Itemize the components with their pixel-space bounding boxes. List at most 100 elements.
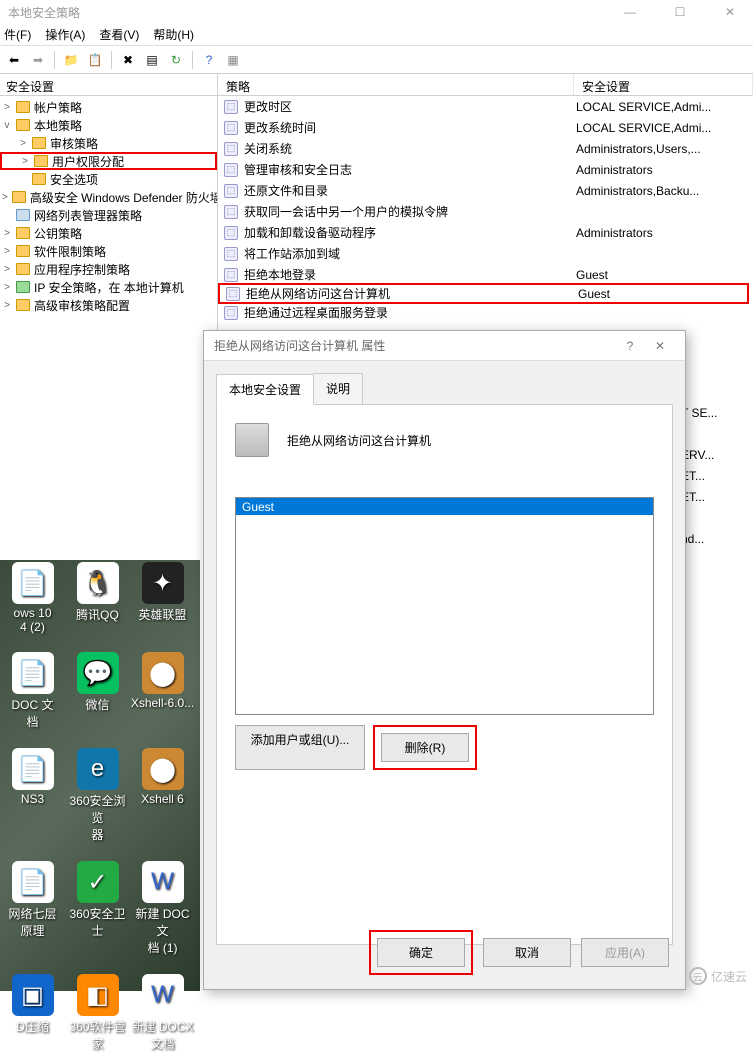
desktop-icon[interactable]: ▣D压缩 xyxy=(0,974,65,1052)
desktop-icon[interactable]: 📄NS3 xyxy=(0,748,65,843)
desktop-icon[interactable]: 💬微信 xyxy=(65,652,130,730)
tree-toggle-icon[interactable]: v xyxy=(2,120,12,131)
folder-icon xyxy=(16,227,30,239)
policy-row[interactable]: ⬚加载和卸载设备驱动程序Administrators xyxy=(218,222,753,243)
tree-node[interactable]: 网络列表管理器策略 xyxy=(0,206,217,224)
extra-icon[interactable]: ▦ xyxy=(223,50,243,70)
desktop-icon[interactable]: ✦英雄联盟 xyxy=(130,562,195,634)
tree-node[interactable]: > 公钥策略 xyxy=(0,224,217,242)
policy-row[interactable]: ⬚更改系统时间LOCAL SERVICE,Admi... xyxy=(218,117,753,138)
policy-icon: ⬚ xyxy=(224,142,238,156)
folder-icon xyxy=(16,299,30,311)
policy-value: Guest xyxy=(574,268,753,282)
policy-row[interactable]: ⬚将工作站添加到域 xyxy=(218,243,753,264)
tree-node[interactable]: >帐户策略 xyxy=(0,98,217,116)
tree-toggle-icon[interactable]: > xyxy=(2,300,12,311)
ok-button[interactable]: 确定 xyxy=(377,938,465,967)
tree-header[interactable]: 安全设置 xyxy=(0,74,217,96)
desktop-icon-label: 360软件管家 xyxy=(65,1018,130,1052)
dialog-titlebar[interactable]: 拒绝从网络访问这台计算机 属性 ? ✕ xyxy=(204,331,685,361)
desktop-icon[interactable]: ⬤Xshell-6.0... xyxy=(130,652,195,730)
tree-toggle-icon[interactable]: > xyxy=(2,192,8,203)
folder-up-icon[interactable]: 📁 xyxy=(61,50,81,70)
remove-button[interactable]: 删除(R) xyxy=(381,733,469,762)
desktop-icon-label: D压缩 xyxy=(16,1018,49,1035)
tree-node[interactable]: 安全选项 xyxy=(0,170,217,188)
policy-row[interactable]: ⬚拒绝从网络访问这台计算机Guest xyxy=(218,283,749,304)
tree-node[interactable]: >高级安全 Windows Defender 防火墙 xyxy=(0,188,217,206)
policy-value: Administrators xyxy=(574,163,753,177)
desktop-icon[interactable]: W新建 DOCX 文档 xyxy=(130,974,195,1052)
tree-node[interactable]: >应用程序控制策略 xyxy=(0,260,217,278)
tab-explain[interactable]: 说明 xyxy=(313,373,363,404)
menu-file[interactable]: 件(F) xyxy=(4,26,31,43)
dialog-help-button[interactable]: ? xyxy=(615,339,645,353)
desktop-icon[interactable]: W新建 DOC 文 档 (1) xyxy=(130,861,195,956)
forward-icon[interactable]: ➡ xyxy=(28,50,48,70)
col-setting[interactable]: 安全设置 xyxy=(574,74,753,95)
policy-row[interactable]: ⬚更改时区LOCAL SERVICE,Admi... xyxy=(218,96,753,117)
tree-toggle-icon[interactable]: > xyxy=(20,156,30,167)
policy-name: 更改系统时间 xyxy=(244,119,316,136)
user-item-guest[interactable]: Guest xyxy=(236,498,653,515)
policy-row[interactable]: ⬚关闭系统Administrators,Users,... xyxy=(218,138,753,159)
list-header: 策略 安全设置 xyxy=(218,74,753,96)
desktop-icon[interactable]: e360安全浏览 器 xyxy=(65,748,130,843)
desktop-app-icon: 🐧 xyxy=(77,562,119,604)
tree-node[interactable]: >软件限制策略 xyxy=(0,242,217,260)
maximize-button[interactable]: ☐ xyxy=(665,5,695,19)
refresh-icon[interactable]: ↻ xyxy=(166,50,186,70)
tree-toggle-icon[interactable]: > xyxy=(2,228,12,239)
policy-row[interactable]: ⬚拒绝本地登录Guest xyxy=(218,264,753,285)
tree: >帐户策略v本地策略>审核策略>用户权限分配安全选项>高级安全 Windows … xyxy=(0,96,217,316)
tree-node[interactable]: v本地策略 xyxy=(0,116,217,134)
user-list[interactable]: Guest xyxy=(235,497,654,715)
tree-node[interactable]: >高级审核策略配置 xyxy=(0,296,217,314)
desktop-icon[interactable]: 📄ows 10 4 (2) xyxy=(0,562,65,634)
properties-icon[interactable]: ▤ xyxy=(142,50,162,70)
policy-row[interactable]: ⬚还原文件和目录Administrators,Backu... xyxy=(218,180,753,201)
desktop-icon[interactable]: ⬤Xshell 6 xyxy=(130,748,195,843)
tree-toggle-icon[interactable]: > xyxy=(2,246,12,257)
tree-toggle-icon[interactable]: > xyxy=(2,282,12,293)
export-list-icon[interactable]: 📋 xyxy=(85,50,105,70)
back-icon[interactable]: ⬅ xyxy=(4,50,24,70)
desktop-icon[interactable]: 📄DOC 文 档 xyxy=(0,652,65,730)
dialog-close-button[interactable]: ✕ xyxy=(645,339,675,353)
desktop-icon[interactable]: ✓360安全卫士 xyxy=(65,861,130,956)
help-icon[interactable]: ? xyxy=(199,50,219,70)
policy-icon xyxy=(235,423,269,457)
desktop-app-icon: ✦ xyxy=(142,562,184,604)
tree-toggle-icon[interactable]: > xyxy=(18,138,28,149)
policy-row[interactable]: ⬚拒绝通过远程桌面服务登录 xyxy=(218,302,753,323)
policy-row[interactable]: ⬚管理审核和安全日志Administrators xyxy=(218,159,753,180)
desktop-app-icon: 📄 xyxy=(12,652,54,694)
desktop-icon[interactable]: ◧360软件管家 xyxy=(65,974,130,1052)
tree-toggle-icon[interactable]: > xyxy=(2,102,12,113)
desktop-app-icon: e xyxy=(77,748,119,790)
close-button[interactable]: ✕ xyxy=(715,5,745,19)
add-user-button[interactable]: 添加用户或组(U)... xyxy=(235,725,365,770)
menu-action[interactable]: 操作(A) xyxy=(45,26,85,43)
tree-node[interactable]: >审核策略 xyxy=(0,134,217,152)
policy-row[interactable]: ⬚获取同一会话中另一个用户的模拟令牌 xyxy=(218,201,753,222)
desktop-icon[interactable]: 📄网络七层 原理 xyxy=(0,861,65,956)
policy-name: 关闭系统 xyxy=(244,140,292,157)
cancel-button[interactable]: 取消 xyxy=(483,938,571,967)
tree-toggle-icon[interactable]: > xyxy=(2,264,12,275)
tree-panel: 安全设置 >帐户策略v本地策略>审核策略>用户权限分配安全选项>高级安全 Win… xyxy=(0,74,218,560)
delete-icon[interactable]: ✖ xyxy=(118,50,138,70)
col-policy[interactable]: 策略 xyxy=(218,74,574,95)
menu-view[interactable]: 查看(V) xyxy=(99,26,139,43)
menu-help[interactable]: 帮助(H) xyxy=(153,26,194,43)
tree-node[interactable]: >IP 安全策略，在 本地计算机 xyxy=(0,278,217,296)
tree-node-label: 公钥策略 xyxy=(34,225,82,242)
policy-list: ⬚更改时区LOCAL SERVICE,Admi...⬚更改系统时间LOCAL S… xyxy=(218,96,753,323)
dialog-tab-content: 拒绝从网络访问这台计算机 Guest 添加用户或组(U)... 删除(R) xyxy=(216,405,673,945)
tab-local-security[interactable]: 本地安全设置 xyxy=(216,374,314,405)
desktop-icon[interactable]: 🐧腾讯QQ xyxy=(65,562,130,634)
desktop-app-icon: W xyxy=(142,861,184,903)
minimize-button[interactable]: — xyxy=(615,5,645,19)
tree-node[interactable]: >用户权限分配 xyxy=(0,152,217,170)
policy-name: 拒绝从网络访问这台计算机 xyxy=(246,285,390,302)
